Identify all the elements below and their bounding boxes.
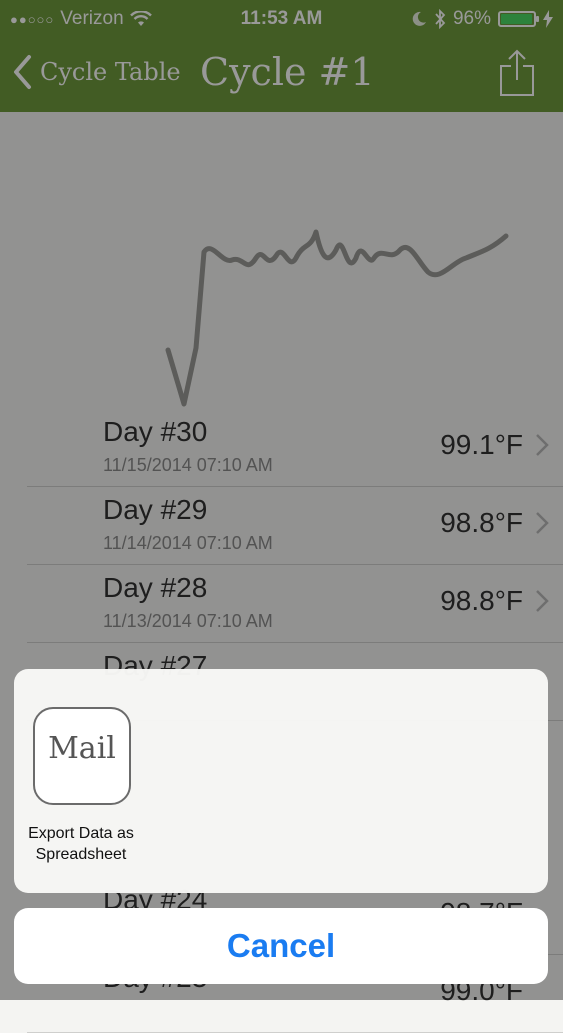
mail-app-button[interactable]: Mail bbox=[33, 707, 131, 805]
cancel-button[interactable]: Cancel bbox=[14, 908, 548, 984]
export-label-line2: Spreadsheet bbox=[35, 846, 127, 863]
export-label-line1: Export Data as bbox=[28, 825, 134, 842]
share-sheet: Mail Export Data as Spreadsheet bbox=[14, 669, 548, 893]
mail-icon: Mail bbox=[48, 731, 116, 766]
export-data-label[interactable]: Export Data as Spreadsheet bbox=[14, 823, 148, 865]
